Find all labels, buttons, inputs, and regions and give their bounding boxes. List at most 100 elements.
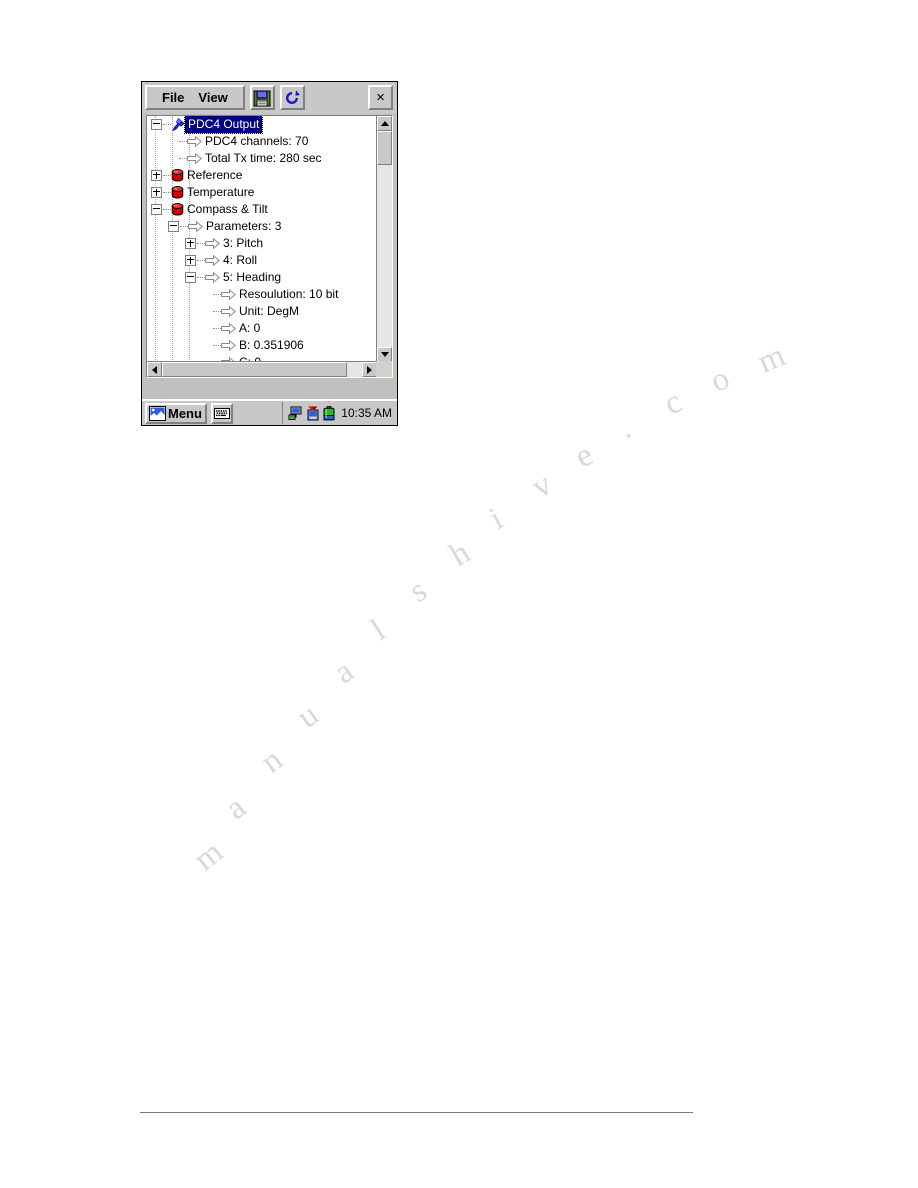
menu-view[interactable]: View — [191, 87, 234, 108]
watermark-char: s — [403, 572, 434, 610]
tree-connector — [179, 140, 187, 143]
tree-row[interactable]: Temperature — [147, 184, 377, 201]
tree-connector — [163, 123, 171, 126]
tree-row[interactable]: 3: Pitch — [147, 235, 377, 252]
arrow-icon — [205, 254, 220, 267]
tree-row-label: Reference — [187, 168, 243, 182]
tree-row-label: Parameters: 3 — [206, 219, 282, 233]
page-footer-rule — [140, 1112, 693, 1113]
tree-row[interactable]: A: 0 — [147, 320, 377, 337]
tree-connector — [213, 327, 221, 330]
cylinder-icon — [171, 186, 184, 199]
save-button[interactable] — [249, 85, 275, 110]
network-icon[interactable] — [288, 406, 303, 421]
keyboard-button[interactable] — [210, 402, 233, 424]
tree-row[interactable]: Resoulution: 10 bit — [147, 286, 377, 303]
horizontal-scroll-thumb[interactable] — [162, 362, 347, 377]
arrow-icon — [221, 288, 236, 301]
tree-row[interactable]: Compass & Tilt — [147, 201, 377, 218]
cylinder-icon — [171, 203, 184, 216]
tree-toggle-spacer — [202, 337, 213, 354]
tree-row[interactable]: PDC4 channels: 70 — [147, 133, 377, 150]
cylinder-icon — [171, 169, 184, 182]
arrow-icon — [205, 271, 220, 284]
tree-row[interactable]: 5: Heading — [147, 269, 377, 286]
watermark-char: n — [254, 741, 290, 781]
tree-row-label: 5: Heading — [223, 270, 282, 284]
watermark-char: c — [658, 383, 688, 423]
tree-row[interactable]: Parameters: 3 — [147, 218, 377, 235]
scroll-right-button[interactable] — [362, 362, 377, 377]
keyboard-icon — [213, 407, 230, 419]
arrow-icon — [187, 152, 202, 165]
windows-ce-icon — [149, 405, 166, 421]
watermark: manualshive.com — [0, 0, 918, 1188]
tree-row-label: PDC4 Output — [183, 116, 264, 134]
arrow-icon — [221, 305, 236, 318]
tree-connector — [179, 157, 187, 160]
tree-collapse-toggle[interactable] — [185, 272, 196, 283]
tree-view[interactable]: PDC4 Output PDC4 channels: 70 Total Tx tim… — [147, 116, 377, 362]
tree-connector — [197, 259, 205, 262]
activesync-icon[interactable] — [306, 406, 320, 421]
device-window: File View × PDC4 Output PDC4 channels: 7… — [141, 81, 398, 426]
battery-icon[interactable] — [323, 405, 335, 421]
tree-collapse-toggle[interactable] — [151, 119, 162, 130]
watermark-char: u — [290, 696, 325, 736]
watermark-char: a — [327, 653, 361, 692]
horizontal-scrollbar[interactable] — [147, 361, 377, 377]
scroll-up-button[interactable] — [377, 116, 392, 131]
tree-connector — [213, 344, 221, 347]
watermark-char: . — [613, 410, 637, 447]
watermark-char: h — [443, 534, 477, 574]
vertical-scroll-thumb[interactable] — [377, 131, 392, 165]
tree-expand-toggle[interactable] — [185, 238, 196, 249]
watermark-char: o — [705, 360, 735, 400]
vertical-scrollbar[interactable] — [376, 116, 392, 362]
chevron-left-icon — [152, 365, 157, 374]
tree-row-label: Resoulution: 10 bit — [239, 287, 339, 301]
tree-expand-toggle[interactable] — [151, 187, 162, 198]
tree-row[interactable]: B: 0.351906 — [147, 337, 377, 354]
tree-collapse-toggle[interactable] — [151, 204, 162, 215]
tree-collapse-toggle[interactable] — [168, 221, 179, 232]
watermark-char: m — [187, 834, 230, 879]
tree-row-label: Temperature — [187, 185, 255, 199]
tree-toggle-spacer — [202, 303, 213, 320]
tree-row[interactable]: Reference — [147, 167, 377, 184]
refresh-button[interactable] — [279, 85, 305, 110]
tree-expand-toggle[interactable] — [151, 170, 162, 181]
save-icon — [253, 90, 271, 106]
menu-bar: File View × — [142, 82, 397, 114]
scroll-left-button[interactable] — [147, 362, 162, 377]
tree-toggle-spacer — [202, 320, 213, 337]
tree-connector — [197, 276, 205, 279]
taskbar-clock: 10:35 AM — [341, 406, 392, 420]
chevron-up-icon — [380, 121, 389, 126]
arrow-icon — [221, 322, 236, 335]
tree-expand-toggle[interactable] — [185, 255, 196, 266]
refresh-icon — [286, 90, 301, 104]
tree-row[interactable]: Total Tx time: 280 sec — [147, 150, 377, 167]
tree-row[interactable]: Unit: DegM — [147, 303, 377, 320]
watermark-char: m — [752, 337, 791, 381]
menu-file[interactable]: File — [155, 87, 191, 108]
plug-icon — [171, 117, 185, 132]
tree-row[interactable]: 4: Roll — [147, 252, 377, 269]
scroll-down-button[interactable] — [377, 347, 392, 362]
arrow-icon — [187, 135, 202, 148]
tree-connector — [213, 293, 221, 296]
close-button[interactable]: × — [368, 85, 393, 110]
scrollbar-corner — [376, 361, 392, 377]
chevron-down-icon — [380, 352, 389, 357]
start-button[interactable]: Menu — [145, 402, 207, 424]
tree-row[interactable]: PDC4 Output — [147, 116, 377, 134]
